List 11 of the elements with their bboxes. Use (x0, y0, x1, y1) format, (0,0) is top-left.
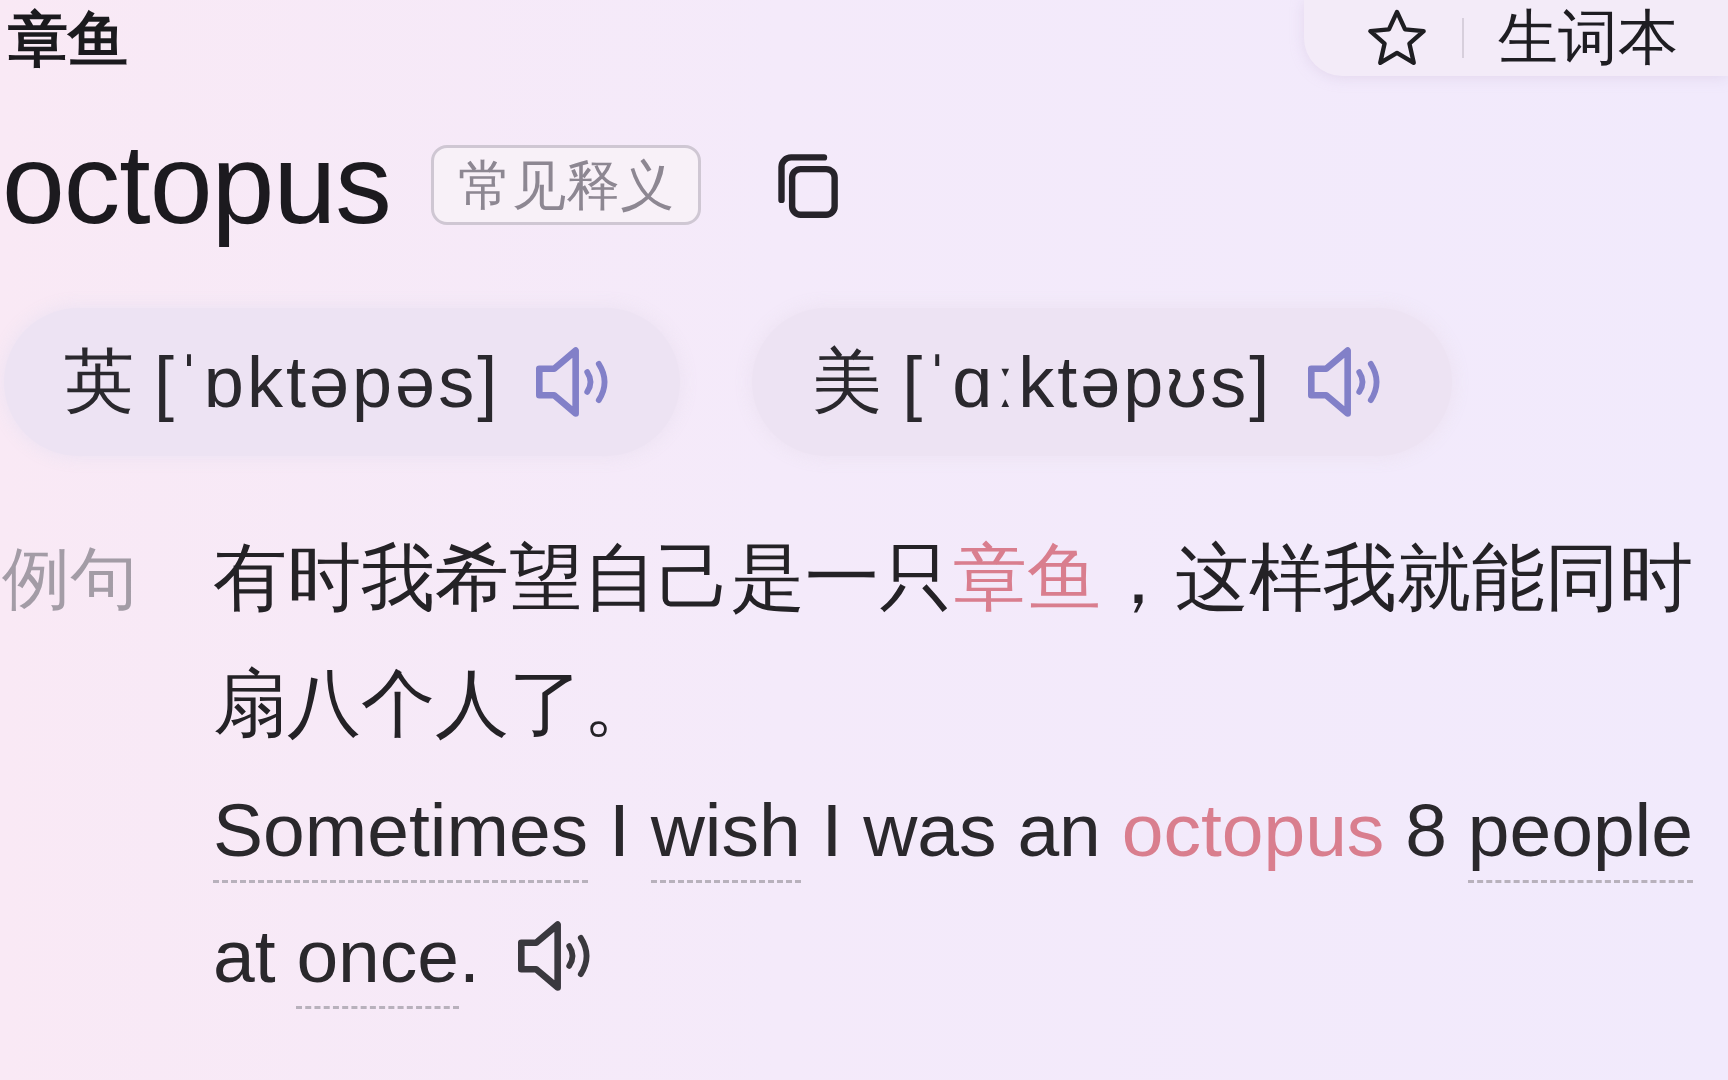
example-label: 例句 (1, 539, 139, 618)
wordbook-button[interactable]: 生词本 (1304, 0, 1728, 76)
star-icon (1366, 8, 1428, 68)
pronunciation-button[interactable]: 英 [ˈɒktəpəs] (4, 308, 681, 456)
definition-tag: 常见释义 (430, 145, 701, 225)
example-sentence-english-line: Sometimes I wish I was an octopus 8 people (213, 767, 1693, 893)
example-sentence-chinese: 有时我希望自己是一只章鱼，这样我就能同时扇八个人了。 (213, 535, 1694, 747)
header-title: 章鱼 (7, 5, 128, 75)
pronunciation-button[interactable]: 美 [ˈɑːktəpʊs] (752, 308, 1453, 456)
headword: octopus (2, 120, 391, 250)
example-sentence-english-line: at once. (213, 893, 480, 1019)
